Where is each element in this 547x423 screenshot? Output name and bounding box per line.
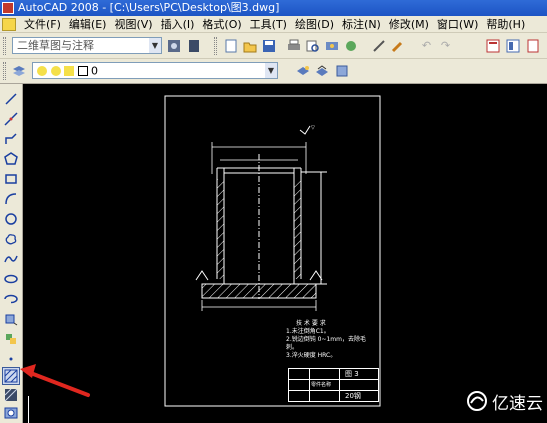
layers-toolbar: 0 ▼ bbox=[0, 59, 547, 84]
tech-req-title: 技 术 要 求 bbox=[296, 320, 326, 327]
autocad-app-icon bbox=[2, 2, 14, 14]
title-block-part-name: 零件名称 bbox=[311, 382, 332, 388]
spline-icon[interactable] bbox=[2, 250, 20, 268]
tech-requirements: 技 术 要 求 1.未注倒角C1。 2.锐边倒钝 0~1mm，去除毛刺。 3.淬… bbox=[286, 320, 366, 360]
toolbar-grip[interactable] bbox=[3, 37, 6, 55]
gradient-icon[interactable] bbox=[2, 386, 20, 404]
tech-req-1: 1.未注倒角C1。 bbox=[286, 328, 330, 335]
right-wall-hatch bbox=[294, 179, 301, 279]
chevron-down-icon[interactable]: ▼ bbox=[149, 38, 161, 53]
toolbar-grip[interactable] bbox=[3, 62, 6, 80]
drawing-canvas[interactable]: ▽ 技 术 要 求 1.未注倒角C1。 2.锐边倒钝 0~1mm，去除毛刺。 3… bbox=[24, 84, 547, 423]
drawing-svg: ▽ bbox=[164, 95, 381, 407]
watermark-logo-icon bbox=[467, 391, 487, 411]
menu-edit[interactable]: 编辑(E) bbox=[65, 16, 111, 32]
properties-icon[interactable] bbox=[484, 37, 501, 54]
workspace-settings-icon[interactable] bbox=[165, 37, 182, 54]
revision-cloud-icon[interactable] bbox=[2, 230, 20, 248]
polyline-icon[interactable] bbox=[2, 130, 20, 148]
region-icon[interactable] bbox=[2, 404, 20, 422]
watermark-text: 亿速云 bbox=[492, 393, 543, 414]
menu-file[interactable]: 文件(F) bbox=[20, 16, 65, 32]
menu-insert[interactable]: 插入(I) bbox=[157, 16, 199, 32]
tech-req-2: 2.锐边倒钝 0~1mm，去除毛刺。 bbox=[286, 336, 366, 351]
ellipse-arc-icon[interactable] bbox=[2, 290, 20, 308]
print-icon[interactable] bbox=[285, 37, 302, 54]
menu-draw[interactable]: 绘图(D) bbox=[291, 16, 338, 32]
workspace-value: 二维草图与注释 bbox=[17, 39, 94, 52]
ellipse-icon[interactable] bbox=[2, 270, 20, 288]
window-title: AutoCAD 2008 - [C:\Users\PC\Desktop\图3.d… bbox=[18, 1, 280, 14]
make-object-layer-current-icon[interactable] bbox=[294, 62, 311, 79]
menu-dimension[interactable]: 标注(N) bbox=[338, 16, 385, 32]
layer-lock-icon[interactable] bbox=[64, 66, 74, 76]
match-properties-icon[interactable] bbox=[389, 37, 406, 54]
polygon-icon[interactable] bbox=[2, 150, 20, 168]
open-file-icon[interactable] bbox=[241, 37, 258, 54]
title-block-material: 20钢 bbox=[345, 392, 361, 400]
left-wall-hatch bbox=[217, 179, 224, 279]
title-block: 零件名称 图 3 20钢 bbox=[288, 368, 379, 402]
tech-req-3: 3.淬火硬度 HRC。 bbox=[286, 352, 337, 359]
menu-bar: 文件(F) 编辑(E) 视图(V) 插入(I) 格式(O) 工具(T) 绘图(D… bbox=[0, 16, 547, 33]
title-block-sheet: 图 3 bbox=[345, 370, 359, 378]
chevron-down-icon[interactable]: ▼ bbox=[265, 63, 277, 78]
menu-window[interactable]: 窗口(W) bbox=[433, 16, 482, 32]
draw-toolbar bbox=[0, 84, 23, 423]
layer-color-icon bbox=[77, 66, 88, 76]
part-outline bbox=[216, 154, 327, 299]
construction-line-icon[interactable] bbox=[2, 110, 20, 128]
standard-toolbar: 二维草图与注释 ▼ ↶ ↷ bbox=[0, 33, 547, 59]
workspace-icon[interactable] bbox=[185, 37, 202, 54]
hatch-icon[interactable] bbox=[2, 367, 20, 385]
roughness-symbol: ▽ bbox=[299, 125, 315, 135]
svg-text:▽: ▽ bbox=[311, 125, 315, 131]
menu-tools[interactable]: 工具(T) bbox=[246, 16, 291, 32]
menu-format[interactable]: 格式(O) bbox=[198, 16, 245, 32]
redo-icon[interactable]: ↷ bbox=[437, 37, 454, 54]
plot-preview-icon[interactable] bbox=[304, 37, 321, 54]
design-center-icon[interactable] bbox=[504, 37, 521, 54]
canvas-edge-mark bbox=[28, 396, 29, 423]
point-icon[interactable] bbox=[2, 350, 20, 368]
layer-on-icon[interactable] bbox=[37, 66, 47, 76]
menu-help[interactable]: 帮助(H) bbox=[482, 16, 529, 32]
circle-icon[interactable] bbox=[2, 210, 20, 228]
document-icon[interactable] bbox=[2, 17, 16, 31]
watermark: 亿速云 bbox=[466, 388, 543, 414]
layer-select[interactable]: 0 ▼ bbox=[32, 62, 278, 79]
layer-name: 0 bbox=[91, 64, 98, 78]
publish-icon[interactable] bbox=[323, 37, 340, 54]
cut-icon[interactable] bbox=[370, 37, 387, 54]
arc-icon[interactable] bbox=[2, 190, 20, 208]
new-file-icon[interactable] bbox=[222, 37, 239, 54]
line-icon[interactable] bbox=[2, 90, 20, 108]
layer-manager-icon[interactable] bbox=[10, 62, 27, 79]
tool-palettes-icon[interactable] bbox=[524, 37, 541, 54]
3d-dwf-icon[interactable] bbox=[342, 37, 359, 54]
layer-states-icon[interactable] bbox=[333, 62, 350, 79]
undo-icon[interactable]: ↶ bbox=[418, 37, 435, 54]
rectangle-icon[interactable] bbox=[2, 170, 20, 188]
menu-modify[interactable]: 修改(M) bbox=[385, 16, 433, 32]
save-icon[interactable] bbox=[260, 37, 277, 54]
make-block-icon[interactable] bbox=[2, 330, 20, 348]
insert-block-icon[interactable] bbox=[2, 310, 20, 328]
toolbar-grip[interactable] bbox=[214, 37, 217, 55]
title-bar: AutoCAD 2008 - [C:\Users\PC\Desktop\图3.d… bbox=[0, 0, 547, 16]
layer-previous-icon[interactable] bbox=[313, 62, 330, 79]
dimension-bottom bbox=[201, 300, 317, 311]
workspace-select[interactable]: 二维草图与注释 ▼ bbox=[12, 37, 162, 54]
menu-view[interactable]: 视图(V) bbox=[110, 16, 156, 32]
layer-freeze-icon[interactable] bbox=[50, 66, 61, 76]
